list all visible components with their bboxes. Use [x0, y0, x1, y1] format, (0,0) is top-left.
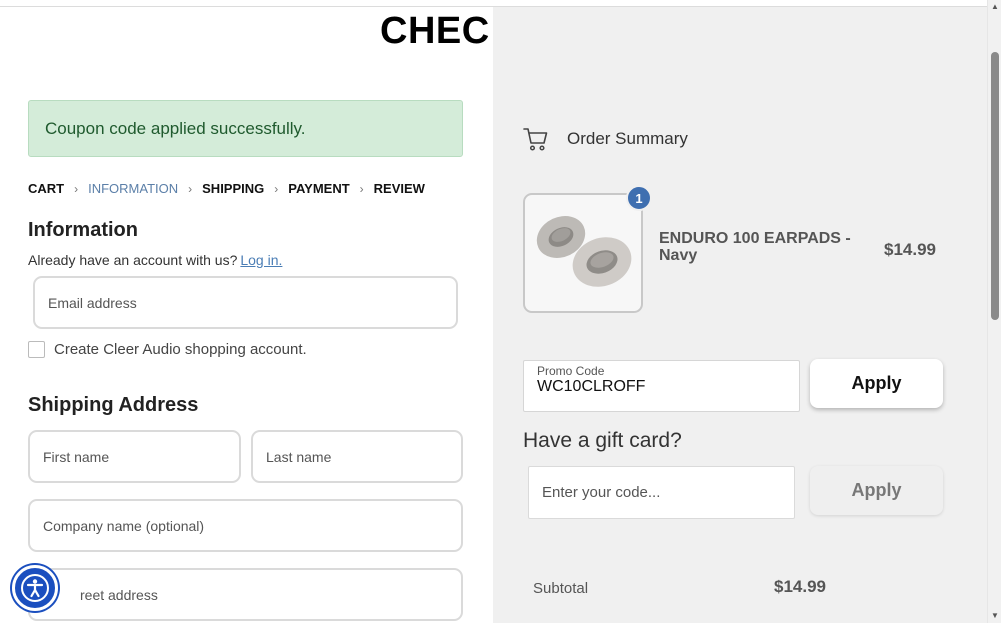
first-name-field[interactable]: First name [28, 430, 241, 483]
gift-card-input[interactable]: Enter your code... [528, 466, 795, 519]
page-title: CHEC [380, 10, 490, 52]
chevron-right-icon: › [188, 181, 193, 196]
create-account-option[interactable]: Create Cleer Audio shopping account. [28, 341, 307, 358]
order-summary-header: Order Summary [523, 126, 688, 152]
email-placeholder: Email address [48, 294, 137, 311]
scroll-down-icon[interactable]: ▼ [988, 609, 1001, 623]
breadcrumb-payment[interactable]: PAYMENT [288, 181, 349, 196]
create-account-checkbox[interactable] [28, 341, 45, 358]
shipping-heading: Shipping Address [28, 394, 199, 416]
cart-icon [523, 128, 548, 151]
breadcrumb-cart[interactable]: CART [28, 181, 64, 196]
product-name: ENDURO 100 EARPADS - Navy [659, 230, 851, 264]
accessibility-icon [21, 574, 49, 602]
product-price: $14.99 [884, 240, 936, 259]
chevron-right-icon: › [359, 181, 364, 196]
street-address-field[interactable]: reet address [28, 568, 463, 621]
last-name-field[interactable]: Last name [251, 430, 463, 483]
information-heading: Information [28, 219, 138, 241]
accessibility-button[interactable] [12, 565, 58, 611]
breadcrumb-shipping[interactable]: SHIPPING [202, 181, 264, 196]
checkout-breadcrumb: CART › INFORMATION › SHIPPING › PAYMENT … [28, 181, 425, 196]
account-prompt: Already have an account with us? Log in. [28, 252, 282, 268]
breadcrumb-review[interactable]: REVIEW [374, 181, 425, 196]
gift-card-heading: Have a gift card? [523, 429, 682, 452]
promo-code-value: WC10CLROFF [537, 378, 646, 395]
first-name-placeholder: First name [43, 448, 110, 465]
chevron-right-icon: › [74, 181, 79, 196]
company-placeholder: Company name (optional) [43, 517, 205, 534]
subtotal-label: Subtotal [533, 580, 589, 597]
scrollbar-thumb[interactable] [991, 52, 999, 320]
product-image [523, 193, 643, 313]
page-scrollbar[interactable]: ▲ ▼ [987, 0, 1001, 623]
gift-card-apply-button[interactable]: Apply [810, 466, 943, 515]
login-link[interactable]: Log in. [240, 252, 282, 268]
chevron-right-icon: › [274, 181, 279, 196]
earpads-image [536, 216, 632, 287]
coupon-success-alert: Coupon code applied successfully. [28, 100, 463, 157]
last-name-placeholder: Last name [266, 448, 332, 465]
breadcrumb-information[interactable]: INFORMATION [88, 181, 178, 196]
email-field[interactable]: Email address [33, 276, 458, 329]
account-prompt-text: Already have an account with us? [28, 252, 238, 268]
company-field[interactable]: Company name (optional) [28, 499, 463, 552]
promo-code-label: Promo Code [537, 364, 605, 378]
promo-apply-button[interactable]: Apply [810, 359, 943, 408]
street-placeholder: reet address [80, 586, 158, 603]
subtotal-value: $14.99 [774, 577, 826, 596]
scroll-up-icon[interactable]: ▲ [988, 0, 1001, 14]
promo-code-field[interactable]: Promo Code WC10CLROFF [523, 360, 800, 412]
quantity-badge: 1 [626, 185, 652, 211]
gift-card-placeholder: Enter your code... [542, 484, 661, 501]
order-summary-heading: Order Summary [567, 129, 688, 148]
create-account-label: Create Cleer Audio shopping account. [54, 341, 307, 358]
